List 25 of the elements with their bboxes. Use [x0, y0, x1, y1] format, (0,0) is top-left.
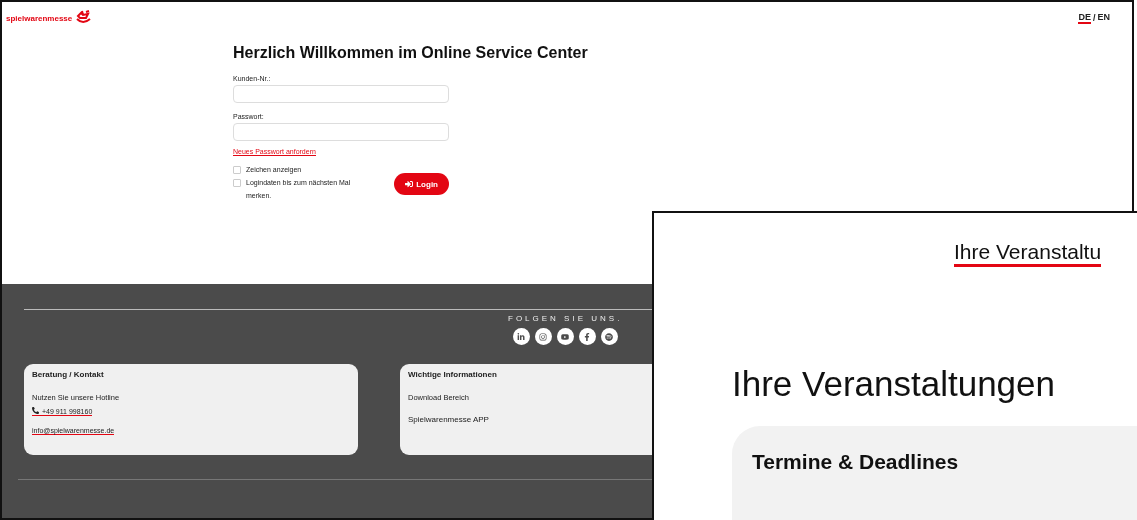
card-title: Termine & Deadlines [752, 450, 959, 473]
checkbox[interactable] [233, 166, 241, 174]
login-button[interactable]: Login [394, 173, 449, 195]
language-link[interactable]: EN [1097, 12, 1110, 24]
logo-text: spielwarenmesse [6, 13, 73, 23]
input-field[interactable] [233, 85, 449, 103]
social-media-icon[interactable] [534, 328, 552, 345]
checkbox[interactable] [233, 179, 241, 187]
separator-text: / [1092, 13, 1096, 23]
follow-text: FOLGEN SIE UNS. [508, 314, 623, 323]
page-heading: Ihre Veranstaltungen [732, 364, 1056, 404]
language-link[interactable]: DE [1078, 12, 1091, 24]
social-media-icon[interactable] [512, 328, 530, 345]
social-media-icon[interactable] [556, 328, 574, 345]
page-title: Herzlich Willkommen im Online Service Center [233, 43, 588, 63]
social-media-icon[interactable] [600, 328, 618, 345]
info-text: Spielwarenmesse APP [408, 415, 489, 424]
rocking-horse-icon [74, 10, 93, 26]
input-field[interactable] [233, 123, 449, 141]
card-title: Wichtige Informationen [408, 370, 498, 379]
nav-link[interactable]: Ihre Veranstaltu [954, 239, 1102, 267]
phone-icon [32, 407, 39, 414]
card-title: Beratung / Kontakt [32, 370, 105, 379]
social-media-icon[interactable] [578, 328, 596, 345]
sign-in-icon [405, 180, 414, 188]
